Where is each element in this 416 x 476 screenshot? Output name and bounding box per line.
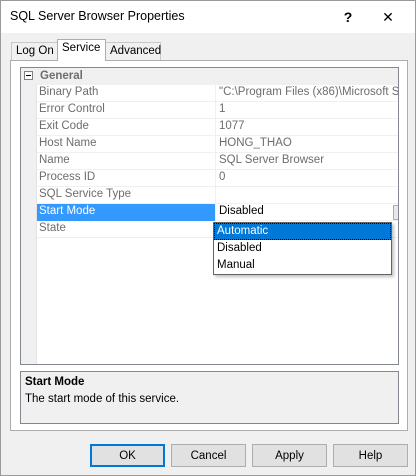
property-name: Host Name xyxy=(39,137,97,149)
description-panel: Start Mode The start mode of this servic… xyxy=(20,371,399,424)
property-value: 0 xyxy=(219,171,226,183)
column-divider xyxy=(215,170,216,187)
grid-gutter xyxy=(21,68,37,364)
column-divider xyxy=(215,153,216,170)
dropdown-arrow-icon[interactable]: ▼ xyxy=(393,205,398,220)
property-name: Name xyxy=(39,154,70,166)
dropdown-option-manual[interactable]: Manual xyxy=(214,257,391,274)
tab-advanced[interactable]: Advanced xyxy=(105,42,161,60)
column-divider xyxy=(215,204,216,221)
window-title: SQL Server Browser Properties xyxy=(10,9,185,23)
column-divider xyxy=(215,85,216,102)
help-button[interactable]: Help xyxy=(333,444,408,467)
cancel-button[interactable]: Cancel xyxy=(171,444,246,467)
property-name: State xyxy=(39,222,66,234)
tab-service[interactable]: Service xyxy=(57,39,106,61)
column-divider xyxy=(215,119,216,136)
property-name: SQL Service Type xyxy=(39,188,132,200)
tab-log-on[interactable]: Log On xyxy=(11,42,58,60)
property-value: 1077 xyxy=(219,120,245,132)
property-name: Process ID xyxy=(39,171,96,183)
property-value: 1 xyxy=(219,103,226,115)
dropdown-option-disabled[interactable]: Disabled xyxy=(214,240,391,257)
property-value: "C:\Program Files (x86)\Microsoft S xyxy=(219,86,399,98)
property-value: SQL Server Browser xyxy=(219,154,325,166)
property-row-name[interactable]: Name SQL Server Browser xyxy=(37,153,398,170)
title-bar: SQL Server Browser Properties ? ✕ xyxy=(1,1,415,33)
property-row-start-mode[interactable]: Start Mode Disabled ▼ xyxy=(37,204,398,221)
collapse-icon[interactable] xyxy=(24,71,33,80)
category-row: General xyxy=(21,68,398,85)
category-label: General xyxy=(40,70,83,82)
dropdown-option-automatic[interactable]: Automatic xyxy=(214,223,391,240)
property-name: Error Control xyxy=(39,103,105,115)
description-text: The start mode of this service. xyxy=(25,393,180,405)
property-grid: General Binary Path "C:\Program Files (x… xyxy=(20,67,399,365)
column-divider xyxy=(215,187,216,204)
apply-button[interactable]: Apply xyxy=(252,444,327,467)
ok-button[interactable]: OK xyxy=(90,444,165,467)
property-name: Exit Code xyxy=(39,120,89,132)
property-row-process-id[interactable]: Process ID 0 xyxy=(37,170,398,187)
property-row-host-name[interactable]: Host Name HONG_THAO xyxy=(37,136,398,153)
description-title: Start Mode xyxy=(25,376,85,388)
column-divider xyxy=(215,136,216,153)
column-divider xyxy=(215,102,216,119)
property-row-binary-path[interactable]: Binary Path "C:\Program Files (x86)\Micr… xyxy=(37,85,399,102)
property-row-sql-service-type[interactable]: SQL Service Type xyxy=(37,187,398,204)
property-name: Start Mode xyxy=(37,204,215,221)
start-mode-dropdown-list: Automatic Disabled Manual xyxy=(213,222,392,275)
property-row-error-control[interactable]: Error Control 1 xyxy=(37,102,398,119)
start-mode-value[interactable]: Disabled xyxy=(219,205,398,217)
property-name: Binary Path xyxy=(39,86,99,98)
help-icon[interactable]: ? xyxy=(334,4,362,30)
close-icon[interactable]: ✕ xyxy=(374,4,402,30)
properties-dialog: SQL Server Browser Properties ? ✕ Log On… xyxy=(0,0,416,476)
property-value: HONG_THAO xyxy=(219,137,292,149)
property-row-exit-code[interactable]: Exit Code 1077 xyxy=(37,119,398,136)
